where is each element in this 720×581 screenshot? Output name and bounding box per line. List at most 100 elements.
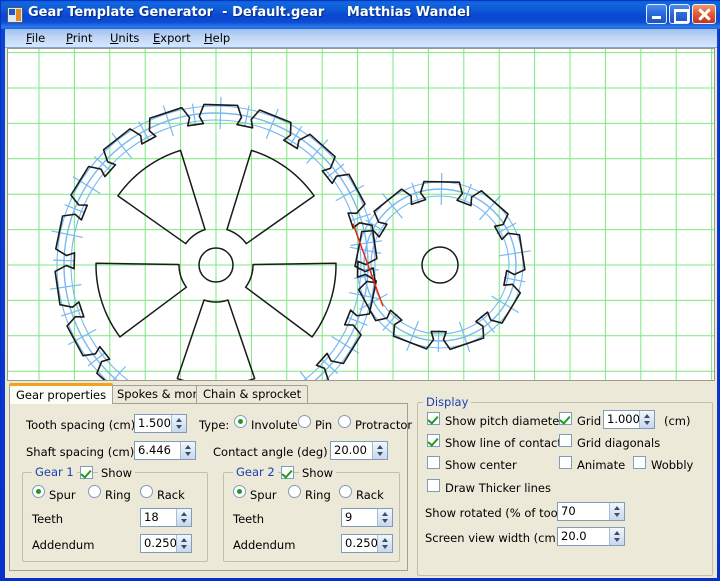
gear1-show-label: Show [98, 466, 135, 480]
grid-spacing-spinner-arrows[interactable] [639, 411, 654, 428]
animate-checkbox[interactable] [559, 456, 572, 469]
gear-properties-panel: Tooth spacing (cm) 1.500 Type: Involute … [9, 403, 408, 571]
gear-drawing-svg [8, 49, 714, 380]
maximize-button[interactable] [669, 4, 690, 24]
grid-unit-label: (cm) [664, 414, 691, 428]
show-rotated-stepper[interactable]: 70 [557, 502, 625, 521]
display-panel: Display Show pitch diameter Show line of… [417, 396, 713, 576]
show-rotated-spinner-arrows[interactable] [609, 503, 624, 520]
menu-item-print[interactable]: Print [59, 31, 99, 46]
client-area: Gear properties Spokes & more Chain & sp… [5, 48, 717, 578]
screen-view-width-spinner-arrows[interactable] [609, 528, 624, 545]
gear-outline-layer [55, 104, 525, 380]
radio-type-pin-label: Pin [315, 418, 332, 432]
gear2-addendum-value[interactable]: 0.250 [342, 535, 377, 552]
gear1-radio-ring-label: Ring [105, 488, 131, 502]
draw-thicker-lines-checkbox[interactable] [427, 479, 440, 492]
tooth-spacing-stepper[interactable]: 1.500 [134, 414, 187, 433]
tab-chain-and-sprocket[interactable]: Chain & sprocket [196, 385, 308, 404]
gear2-addendum-spinner-arrows[interactable] [377, 535, 392, 552]
gear2-radio-ring-label: Ring [305, 488, 331, 502]
gear1-group-title: Gear 1 [32, 466, 77, 478]
show-line-of-contact-checkbox[interactable] [427, 434, 440, 447]
gear1-radio-spur-label: Spur [49, 488, 76, 502]
contact-angle-stepper[interactable]: 20.00 [330, 441, 388, 460]
screen-view-width-label: Screen view width (cm) [425, 531, 560, 545]
show-rotated-value[interactable]: 70 [558, 503, 609, 520]
tab-strip: Gear properties Spokes & more Chain & sp… [9, 385, 408, 404]
grid-spacing-stepper[interactable]: 1.000 [603, 410, 655, 429]
gear1-teeth-spinner-arrows[interactable] [176, 509, 191, 526]
gear2-teeth-spinner-arrows[interactable] [377, 509, 392, 526]
gear1-radio-ring[interactable] [88, 485, 101, 498]
gear2-radio-spur-label: Spur [250, 488, 277, 502]
gear2-teeth-value[interactable]: 9 [342, 509, 377, 526]
pitch-circle-layer [50, 97, 531, 380]
menu-item-help[interactable]: Help [197, 31, 237, 46]
grid-spacing-value[interactable]: 1.000 [604, 411, 639, 428]
gear1-radio-rack[interactable] [140, 485, 153, 498]
menu-item-export[interactable]: Export [146, 31, 198, 46]
gear2-addendum-stepper[interactable]: 0.250 [341, 534, 393, 553]
show-center-checkbox[interactable] [427, 456, 440, 469]
shaft-spacing-stepper[interactable]: 6.446 [134, 441, 196, 460]
gear1-teeth-stepper[interactable]: 18 [140, 508, 192, 527]
gear2-radio-spur[interactable] [233, 485, 246, 498]
show-line-of-contact-label: Show line of contact [445, 436, 562, 450]
gear1-radio-rack-label: Rack [157, 488, 185, 502]
grid-checkbox[interactable] [559, 412, 572, 425]
gear-drawing-canvas[interactable] [7, 48, 715, 381]
window-title: Gear Template Generator - Default.gear M… [28, 5, 470, 20]
gear2-radio-ring[interactable] [288, 485, 301, 498]
shaft-spacing-spinner-arrows[interactable] [180, 442, 195, 459]
gear1-show-checkbox[interactable] [80, 466, 93, 479]
screen-view-width-stepper[interactable]: 20.0 [557, 527, 625, 546]
grid-diagonals-checkbox[interactable] [559, 434, 572, 447]
gear1-addendum-label: Addendum [32, 538, 94, 552]
display-group-title: Display [423, 396, 471, 408]
screen-view-width-value[interactable]: 20.0 [558, 528, 609, 545]
app-icon [7, 7, 23, 23]
show-center-label: Show center [445, 458, 517, 472]
tooth-spacing-spinner-arrows[interactable] [171, 415, 186, 432]
close-button[interactable] [692, 4, 716, 24]
menu-bar: File Print Units Export Help [5, 29, 717, 48]
wobbly-label: Wobbly [651, 458, 693, 472]
gear1-addendum-stepper[interactable]: 0.250 [140, 534, 192, 553]
gear2-radio-rack[interactable] [339, 485, 352, 498]
radio-type-protractor[interactable] [338, 415, 351, 428]
radio-type-protractor-label: Protractor [355, 418, 412, 432]
type-label: Type: [199, 418, 229, 432]
menu-item-file[interactable]: File [19, 31, 52, 46]
gear2-group-title: Gear 2 [233, 466, 278, 478]
show-pitch-diameter-checkbox[interactable] [427, 412, 440, 425]
menu-item-units[interactable]: Units [103, 31, 146, 46]
radio-type-involute-label: Involute [251, 418, 298, 432]
radio-type-involute[interactable] [234, 415, 247, 428]
contact-angle-spinner-arrows[interactable] [372, 442, 387, 459]
tooth-spacing-label: Tooth spacing (cm) [26, 418, 135, 432]
gear2-teeth-stepper[interactable]: 9 [341, 508, 393, 527]
gear1-radio-spur[interactable] [32, 485, 45, 498]
animate-label: Animate [577, 458, 625, 472]
gear2-teeth-label: Teeth [233, 512, 264, 526]
wobbly-checkbox[interactable] [633, 456, 646, 469]
contact-angle-label: Contact angle (deg) [213, 445, 328, 459]
gear2-show-checkbox[interactable] [281, 466, 294, 479]
gear1-addendum-value[interactable]: 0.250 [141, 535, 176, 552]
gear1-addendum-spinner-arrows[interactable] [176, 535, 191, 552]
shaft-spacing-value[interactable]: 6.446 [135, 442, 180, 459]
gear2-show-label: Show [299, 466, 336, 480]
contact-angle-value[interactable]: 20.00 [331, 442, 372, 459]
gear1-teeth-value[interactable]: 18 [141, 509, 176, 526]
gear2-addendum-label: Addendum [233, 538, 295, 552]
radio-type-pin[interactable] [298, 415, 311, 428]
tab-gear-properties[interactable]: Gear properties [9, 383, 113, 404]
shaft-spacing-label: Shaft spacing (cm) [26, 445, 134, 459]
tooth-spacing-value[interactable]: 1.500 [135, 415, 171, 432]
application-window: Gear Template Generator - Default.gear M… [0, 0, 720, 581]
show-rotated-label: Show rotated (% of tooth) [425, 506, 574, 520]
grid-diagonals-label: Grid diagonals [577, 436, 660, 450]
minimize-button[interactable] [646, 4, 667, 24]
gear1-teeth-label: Teeth [32, 512, 63, 526]
